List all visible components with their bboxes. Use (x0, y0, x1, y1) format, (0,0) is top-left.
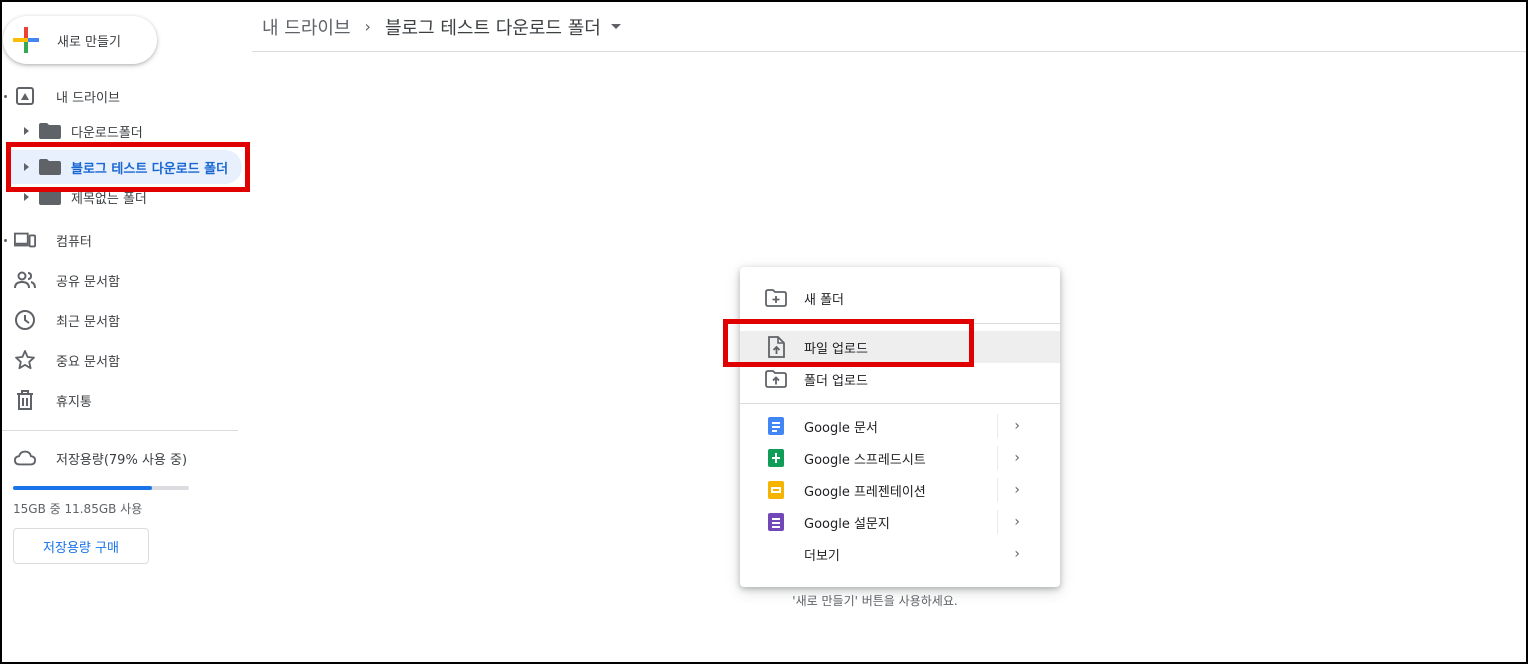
header: 내 드라이브 › 블로그 테스트 다운로드 폴더 (252, 2, 1526, 52)
new-button[interactable]: 새로 만들기 (3, 16, 157, 64)
breadcrumb-current[interactable]: 블로그 테스트 다운로드 폴더 (385, 14, 601, 40)
expand-dot (4, 95, 7, 98)
highlight-box (6, 142, 250, 192)
menu-separator (997, 446, 998, 470)
menu-divider (740, 403, 1060, 404)
menu-separator (997, 478, 998, 502)
buy-storage-button[interactable]: 저장용량 구매 (13, 528, 149, 564)
star-icon (14, 349, 36, 371)
expand-arrow-icon[interactable] (24, 193, 29, 201)
google-forms-icon (764, 510, 788, 534)
new-button-label: 새로 만들기 (57, 34, 121, 50)
sidebar-divider (2, 430, 238, 431)
chevron-right-icon[interactable]: › (1014, 514, 1020, 530)
chevron-right-icon[interactable]: › (1014, 450, 1020, 466)
google-slides-icon (764, 478, 788, 502)
menu-item-label: 폴더 업로드 (804, 373, 868, 389)
menu-item-more[interactable]: 더보기 › (740, 538, 1060, 570)
sidebar-item-shared[interactable]: 공유 문서함 (2, 264, 242, 296)
sidebar-item-trash[interactable]: 휴지통 (2, 384, 242, 416)
new-folder-icon (764, 286, 788, 310)
chevron-right-icon[interactable]: › (1014, 418, 1020, 434)
menu-item-label: 새 폴더 (804, 292, 845, 308)
storage-label: 저장용량(79% 사용 중) (56, 452, 188, 468)
clock-icon (14, 309, 36, 331)
sidebar-item-label: 중요 문서함 (56, 354, 120, 370)
menu-item-google-docs[interactable]: Google 문서 › (740, 410, 1060, 442)
empty-state-hint: '새로 만들기' 버튼을 사용하세요. (792, 594, 958, 608)
sidebar-item-label: 내 드라이브 (56, 90, 120, 106)
google-sheets-icon (764, 446, 788, 470)
sidebar-item-label: 휴지통 (56, 394, 92, 410)
menu-item-google-forms[interactable]: Google 설문지 › (740, 506, 1060, 538)
sidebar-item-label: 공유 문서함 (56, 274, 120, 290)
trash-icon (14, 389, 36, 411)
context-menu: 새 폴더 파일 업로드 폴더 업로드 Google 문서 › Google 스프… (740, 267, 1060, 587)
menu-separator (997, 510, 998, 534)
sidebar-item-computers[interactable]: 컴퓨터 (2, 224, 242, 256)
tree-item-label: 다운로드폴더 (71, 125, 143, 141)
sidebar-item-starred[interactable]: 중요 문서함 (2, 344, 242, 376)
highlight-box (723, 319, 974, 367)
plus-icon (13, 27, 39, 53)
breadcrumb-separator: › (364, 17, 371, 36)
menu-item-label: Google 문서 (804, 420, 878, 436)
folder-icon (39, 123, 61, 139)
drive-icon (14, 85, 36, 107)
chevron-right-icon[interactable]: › (1014, 546, 1020, 562)
sidebar-item-storage[interactable]: 저장용량(79% 사용 중) (2, 442, 242, 474)
sidebar-item-my-drive[interactable]: 내 드라이브 (2, 80, 242, 112)
people-icon (14, 269, 36, 291)
storage-bar-fill (13, 486, 153, 490)
folder-upload-icon (764, 367, 788, 391)
chevron-down-icon[interactable] (610, 24, 621, 29)
cloud-icon (14, 447, 36, 469)
menu-separator (997, 414, 998, 438)
sidebar-item-label: 컴퓨터 (56, 234, 92, 250)
menu-item-folder-upload[interactable]: 폴더 업로드 (740, 363, 1060, 395)
menu-item-label: Google 프레젠테이션 (804, 484, 926, 500)
menu-item-label: Google 스프레드시트 (804, 452, 926, 468)
google-docs-icon (764, 414, 788, 438)
menu-item-google-slides[interactable]: Google 프레젠테이션 › (740, 474, 1060, 506)
sidebar: 새로 만들기 내 드라이브 다운로드폴더 블로그 테스트 다운로드 폴더 제목없… (2, 2, 252, 662)
breadcrumb-root[interactable]: 내 드라이브 (262, 14, 351, 40)
menu-item-label: Google 설문지 (804, 516, 890, 532)
expand-arrow-icon[interactable] (24, 127, 29, 135)
sidebar-item-label: 최근 문서함 (56, 314, 120, 330)
menu-item-label: 더보기 (804, 548, 840, 564)
expand-dot (4, 239, 7, 242)
menu-item-new-folder[interactable]: 새 폴더 (740, 282, 1060, 314)
blank-icon (764, 542, 788, 566)
sidebar-item-recent[interactable]: 최근 문서함 (2, 304, 242, 336)
storage-detail: 15GB 중 11.85GB 사용 (13, 502, 143, 516)
chevron-right-icon[interactable]: › (1014, 482, 1020, 498)
computer-icon (14, 229, 36, 251)
storage-bar (13, 486, 189, 490)
menu-item-google-sheets[interactable]: Google 스프레드시트 › (740, 442, 1060, 474)
